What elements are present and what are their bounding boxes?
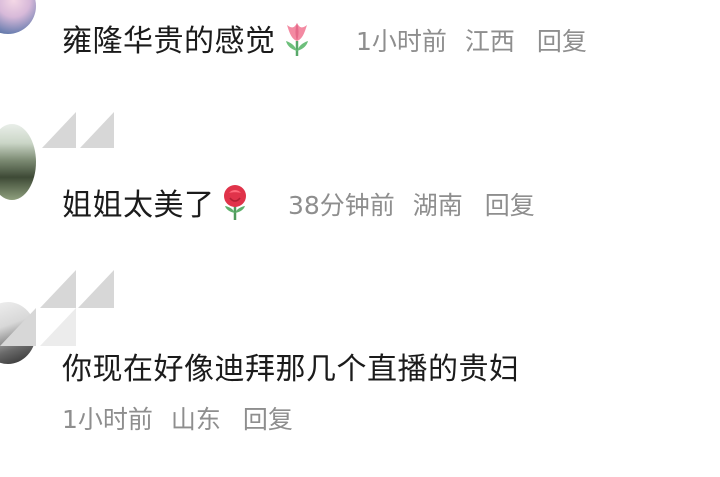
- comment-time: 38分钟前: [288, 191, 395, 220]
- reply-button[interactable]: 回复: [243, 400, 293, 436]
- comment-text: 姐姐太美了: [62, 188, 215, 223]
- comment-meta-1: 1小时前 江西 回复: [356, 22, 587, 58]
- image-placeholder-icon: [42, 112, 114, 148]
- comment-item-1: 雍隆华贵的感觉: [62, 16, 314, 65]
- rose-icon: [219, 183, 251, 229]
- comment-text: 你现在好像迪拜那几个直播的贵妇: [62, 352, 520, 387]
- reply-button[interactable]: 回复: [485, 186, 535, 222]
- image-placeholder-icon: [0, 270, 114, 346]
- avatar[interactable]: [0, 124, 36, 200]
- comment-location: 江西: [464, 27, 515, 56]
- comment-time: 1小时前: [62, 405, 153, 434]
- comment-meta-2: 38分钟前 湖南 回复: [288, 186, 535, 222]
- comment-item-2: 姐姐太美了: [62, 180, 251, 229]
- tulip-icon: [280, 19, 314, 65]
- comment-location: 湖南: [412, 191, 463, 220]
- comment-meta-3: 1小时前 山东 回复: [62, 400, 293, 436]
- reply-button[interactable]: 回复: [537, 22, 587, 58]
- comment-item-3: 你现在好像迪拜那几个直播的贵妇: [62, 344, 520, 388]
- comment-location: 山东: [170, 405, 221, 434]
- comment-time: 1小时前: [356, 27, 447, 56]
- comment-text: 雍隆华贵的感觉: [62, 24, 276, 59]
- avatar[interactable]: [0, 0, 36, 34]
